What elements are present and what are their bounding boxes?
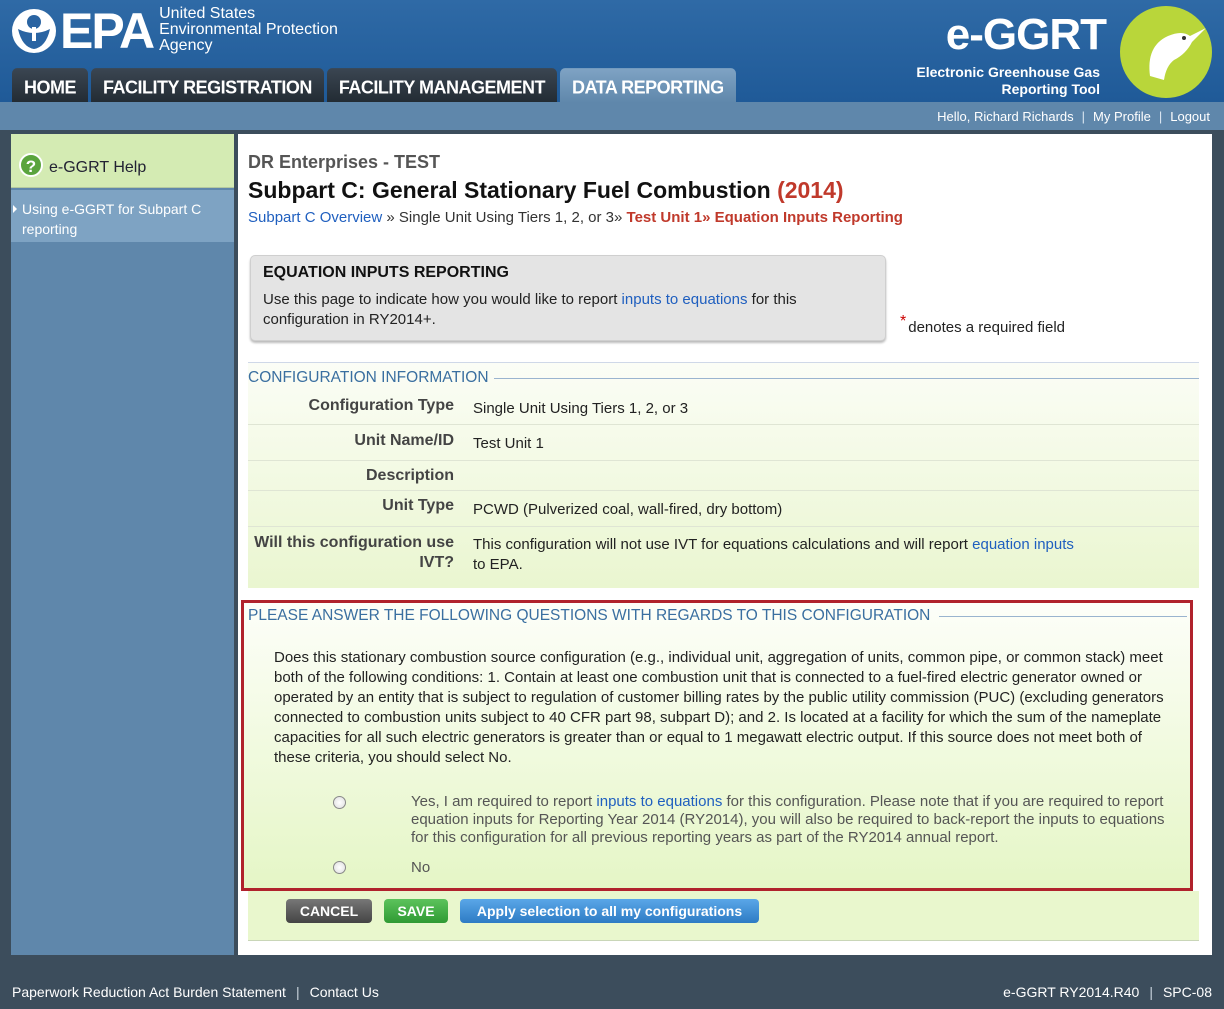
tab-facility-registration[interactable]: FACILITY REGISTRATION: [91, 68, 324, 103]
page-code: SPC-08: [1162, 984, 1212, 1000]
configuration-information-section: CONFIGURATION INFORMATION Configuration …: [248, 362, 1199, 588]
app-header: EPA United States Environmental Protecti…: [0, 0, 1224, 103]
version-text: e-GGRT RY2014.R40: [1003, 984, 1140, 1000]
page-footer: Paperwork Reduction Act Burden Statement…: [0, 974, 1224, 1009]
paperwork-reduction-link[interactable]: Paperwork Reduction Act Burden Statement: [12, 984, 286, 1000]
required-asterisk-icon: *: [900, 313, 907, 330]
help-link-label: Using e-GGRT for Subpart C reporting: [22, 201, 202, 237]
breadcrumb: Subpart C Overview » Single Unit Using T…: [248, 209, 903, 226]
ivt-value-text: This configuration will not use IVT for …: [473, 536, 973, 553]
yes-radio[interactable]: [333, 796, 346, 809]
action-buttons: CANCEL SAVE Apply selection to all my co…: [248, 891, 1199, 941]
logout-link[interactable]: Logout: [1170, 109, 1210, 124]
divider: |: [295, 984, 300, 1000]
user-greeting: Hello, Richard Richards: [937, 109, 1074, 124]
section-rule: [494, 378, 1199, 379]
unit-name-value: Test Unit 1: [473, 435, 544, 452]
config-row-type: Configuration Type Single Unit Using Tie…: [248, 391, 1199, 425]
divider: |: [1149, 984, 1153, 1000]
breadcrumb-separator: »: [614, 209, 623, 226]
epa-logo[interactable]: EPA United States Environmental Protecti…: [10, 6, 338, 56]
no-radio[interactable]: [333, 861, 346, 874]
help-title: e-GGRT Help: [49, 159, 147, 176]
main-nav-tabs: HOME FACILITY REGISTRATION FACILITY MANA…: [12, 68, 736, 103]
info-box-text: Use this page to indicate how you would …: [263, 290, 873, 330]
agency-name: United States Environmental Protection A…: [159, 6, 338, 54]
main-content: DR Enterprises - TEST Subpart C: General…: [238, 134, 1212, 955]
ivt-label-line-2: IVT?: [419, 554, 454, 571]
epa-wordmark: EPA: [60, 3, 155, 59]
section-heading: CONFIGURATION INFORMATION: [248, 369, 489, 386]
config-row-ivt: Will this configuration use IVT? This co…: [248, 527, 1199, 589]
config-row-unit-name: Unit Name/ID Test Unit 1: [248, 425, 1199, 461]
agency-line-1: United States: [159, 5, 256, 22]
breadcrumb-separator: »: [386, 209, 395, 226]
yes-option-label[interactable]: Yes, I am required to report inputs to e…: [411, 793, 1181, 847]
config-row-unit-type: Unit Type PCWD (Pulverized coal, wall-fi…: [248, 491, 1199, 527]
page-title-text: Subpart C: General Stationary Fuel Combu…: [248, 177, 771, 203]
my-profile-link[interactable]: My Profile: [1093, 109, 1151, 124]
apply-all-configurations-button[interactable]: Apply selection to all my configurations: [460, 899, 759, 923]
unit-name-label: Unit Name/ID: [354, 432, 454, 449]
breadcrumb-overview-link[interactable]: Subpart C Overview: [248, 209, 382, 226]
cancel-button[interactable]: CANCEL: [286, 899, 372, 923]
config-type-value: Single Unit Using Tiers 1, 2, or 3: [473, 400, 689, 417]
breadcrumb-config-type: Single Unit Using Tiers 1, 2, or 3: [398, 209, 615, 226]
breadcrumb-unit: Test Unit 1: [626, 209, 703, 226]
arrow-right-icon: [13, 205, 17, 213]
save-button[interactable]: SAVE: [384, 899, 448, 923]
reporting-year: (2014): [777, 177, 844, 203]
agency-line-2: Environmental Protection: [159, 21, 338, 38]
agency-line-3: Agency: [159, 37, 213, 54]
epa-flower-icon: [12, 9, 56, 53]
config-row-description: Description: [248, 461, 1199, 491]
no-option-label[interactable]: No: [411, 859, 1181, 877]
question-icon: ?: [19, 153, 43, 177]
ivt-value: This configuration will not use IVT for …: [473, 535, 1133, 575]
description-label: Description: [365, 467, 454, 484]
divider: |: [1081, 109, 1086, 124]
required-field-note: * denotes a required field: [900, 313, 1066, 337]
unit-type-value: PCWD (Pulverized coal, wall-fired, dry b…: [473, 501, 783, 518]
tab-data-reporting[interactable]: DATA REPORTING: [560, 68, 736, 103]
eggrt-subtitle-line-1: Electronic Greenhouse Gas: [916, 64, 1100, 80]
puc-question-text: Does this stationary combustion source c…: [274, 649, 1164, 766]
sidebar: ? e-GGRT Help Using e-GGRT for Subpart C…: [11, 134, 234, 955]
bird-logo-icon: [1120, 6, 1212, 98]
help-header: ? e-GGRT Help: [11, 134, 234, 188]
ivt-label-line-1: Will this configuration use: [254, 534, 454, 551]
equation-inputs-link[interactable]: equation inputs: [972, 536, 1074, 553]
ivt-label: Will this configuration use IVT?: [254, 533, 454, 573]
yes-text-start: Yes, I am required to report: [411, 793, 597, 810]
yes-inputs-to-equations-link[interactable]: inputs to equations: [596, 793, 722, 810]
info-text-start: Use this page to indicate how you would …: [263, 291, 622, 308]
questions-heading: PLEASE ANSWER THE FOLLOWING QUESTIONS WI…: [248, 607, 931, 624]
contact-us-link[interactable]: Contact Us: [310, 984, 379, 1000]
eggrt-logo: e-GGRT Electronic Greenhouse Gas Reporti…: [912, 6, 1212, 98]
section-rule: [939, 616, 1187, 617]
company-name: DR Enterprises - TEST: [248, 152, 441, 172]
breadcrumb-separator: »: [702, 209, 711, 226]
eggrt-subtitle: Electronic Greenhouse Gas Reporting Tool: [916, 64, 1100, 98]
breadcrumb-current: Equation Inputs Reporting: [714, 209, 903, 226]
tab-home[interactable]: HOME: [12, 68, 88, 103]
configuration-questions-section: PLEASE ANSWER THE FOLLOWING QUESTIONS WI…: [241, 600, 1193, 891]
ivt-value-end: to EPA.: [473, 556, 523, 573]
help-link-subpart-c[interactable]: Using e-GGRT for Subpart C reporting: [11, 190, 234, 242]
config-type-label: Configuration Type: [308, 397, 454, 414]
page-title: Subpart C: General Stationary Fuel Combu…: [248, 177, 844, 204]
required-note-text: denotes a required field: [908, 319, 1066, 336]
eggrt-wordmark: e-GGRT: [945, 10, 1107, 59]
user-bar: Hello, Richard Richards | My Profile | L…: [0, 102, 1224, 130]
equation-inputs-info-box: EQUATION INPUTS REPORTING Use this page …: [250, 255, 886, 341]
info-box-heading: EQUATION INPUTS REPORTING: [263, 264, 509, 281]
unit-type-label: Unit Type: [382, 497, 454, 514]
inputs-to-equations-link[interactable]: inputs to equations: [622, 291, 748, 308]
eggrt-subtitle-line-2: Reporting Tool: [1001, 81, 1101, 97]
divider: |: [1158, 109, 1163, 124]
tab-facility-management[interactable]: FACILITY MANAGEMENT: [326, 68, 558, 103]
